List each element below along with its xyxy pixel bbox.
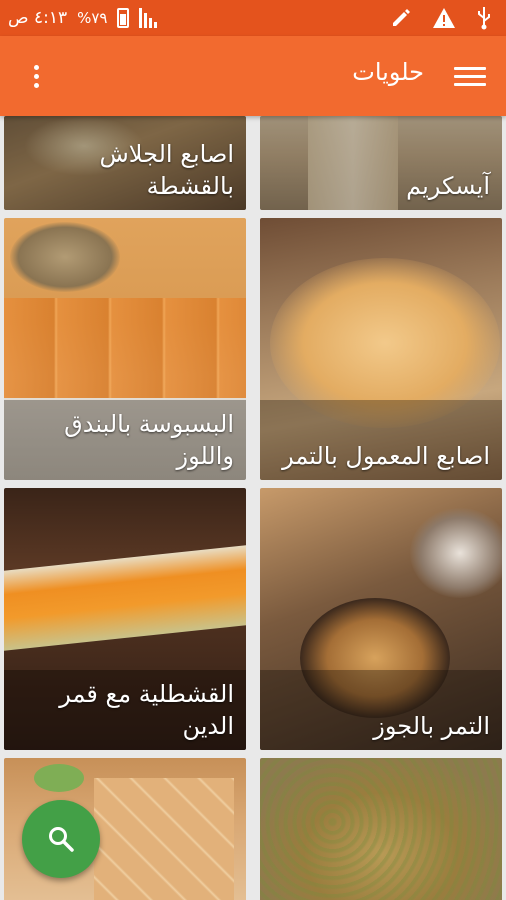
recipe-title: اصابع المعمول بالتمر bbox=[282, 442, 490, 470]
recipe-grid: آيسكريم اصابع الجلاش بالقشطة اصابع المعم… bbox=[0, 116, 506, 900]
recipe-card-dates-walnuts[interactable]: التمر بالجوز bbox=[260, 488, 502, 750]
edit-icon bbox=[393, 9, 410, 26]
battery-icon bbox=[117, 8, 130, 28]
warning-icon bbox=[433, 8, 455, 28]
recipe-card-qashtaliya[interactable]: القشطلية مع قمر الدين bbox=[4, 488, 246, 750]
recipe-card-ice-cream[interactable]: آيسكريم bbox=[260, 116, 502, 210]
status-bar: ٤:١٣ ص %٧٩ bbox=[0, 0, 506, 36]
recipe-title: القشطلية مع قمر الدين bbox=[59, 680, 234, 740]
app-title: حلويات bbox=[352, 58, 424, 86]
status-bar-left: ٤:١٣ ص %٧٩ bbox=[8, 6, 158, 30]
recipe-card-maamoul-fingers[interactable]: اصابع المعمول بالتمر bbox=[260, 218, 502, 480]
recipe-title: اصابع الجلاش بالقشطة bbox=[99, 140, 234, 200]
status-bar-right bbox=[390, 6, 492, 30]
recipe-card-basbousa[interactable]: البسبوسة بالبندق واللوز bbox=[4, 218, 246, 480]
recipe-title: البسبوسة بالبندق واللوز bbox=[64, 410, 234, 470]
usb-icon bbox=[478, 7, 490, 30]
search-button[interactable] bbox=[22, 800, 100, 878]
app-bar: حلويات bbox=[0, 36, 506, 116]
hamburger-menu-icon[interactable] bbox=[454, 60, 486, 92]
recipe-card-pistachio-dessert[interactable] bbox=[260, 758, 502, 900]
recipe-title: آيسكريم bbox=[406, 172, 490, 200]
battery-percent: %٧٩ bbox=[77, 9, 108, 27]
signal-icon bbox=[139, 8, 158, 28]
recipe-card-galash-fingers[interactable]: اصابع الجلاش بالقشطة bbox=[4, 116, 246, 210]
clock: ٤:١٣ ص bbox=[8, 8, 68, 28]
search-icon bbox=[49, 827, 74, 852]
more-vert-icon[interactable] bbox=[18, 58, 54, 94]
recipe-title: التمر بالجوز bbox=[373, 712, 490, 740]
